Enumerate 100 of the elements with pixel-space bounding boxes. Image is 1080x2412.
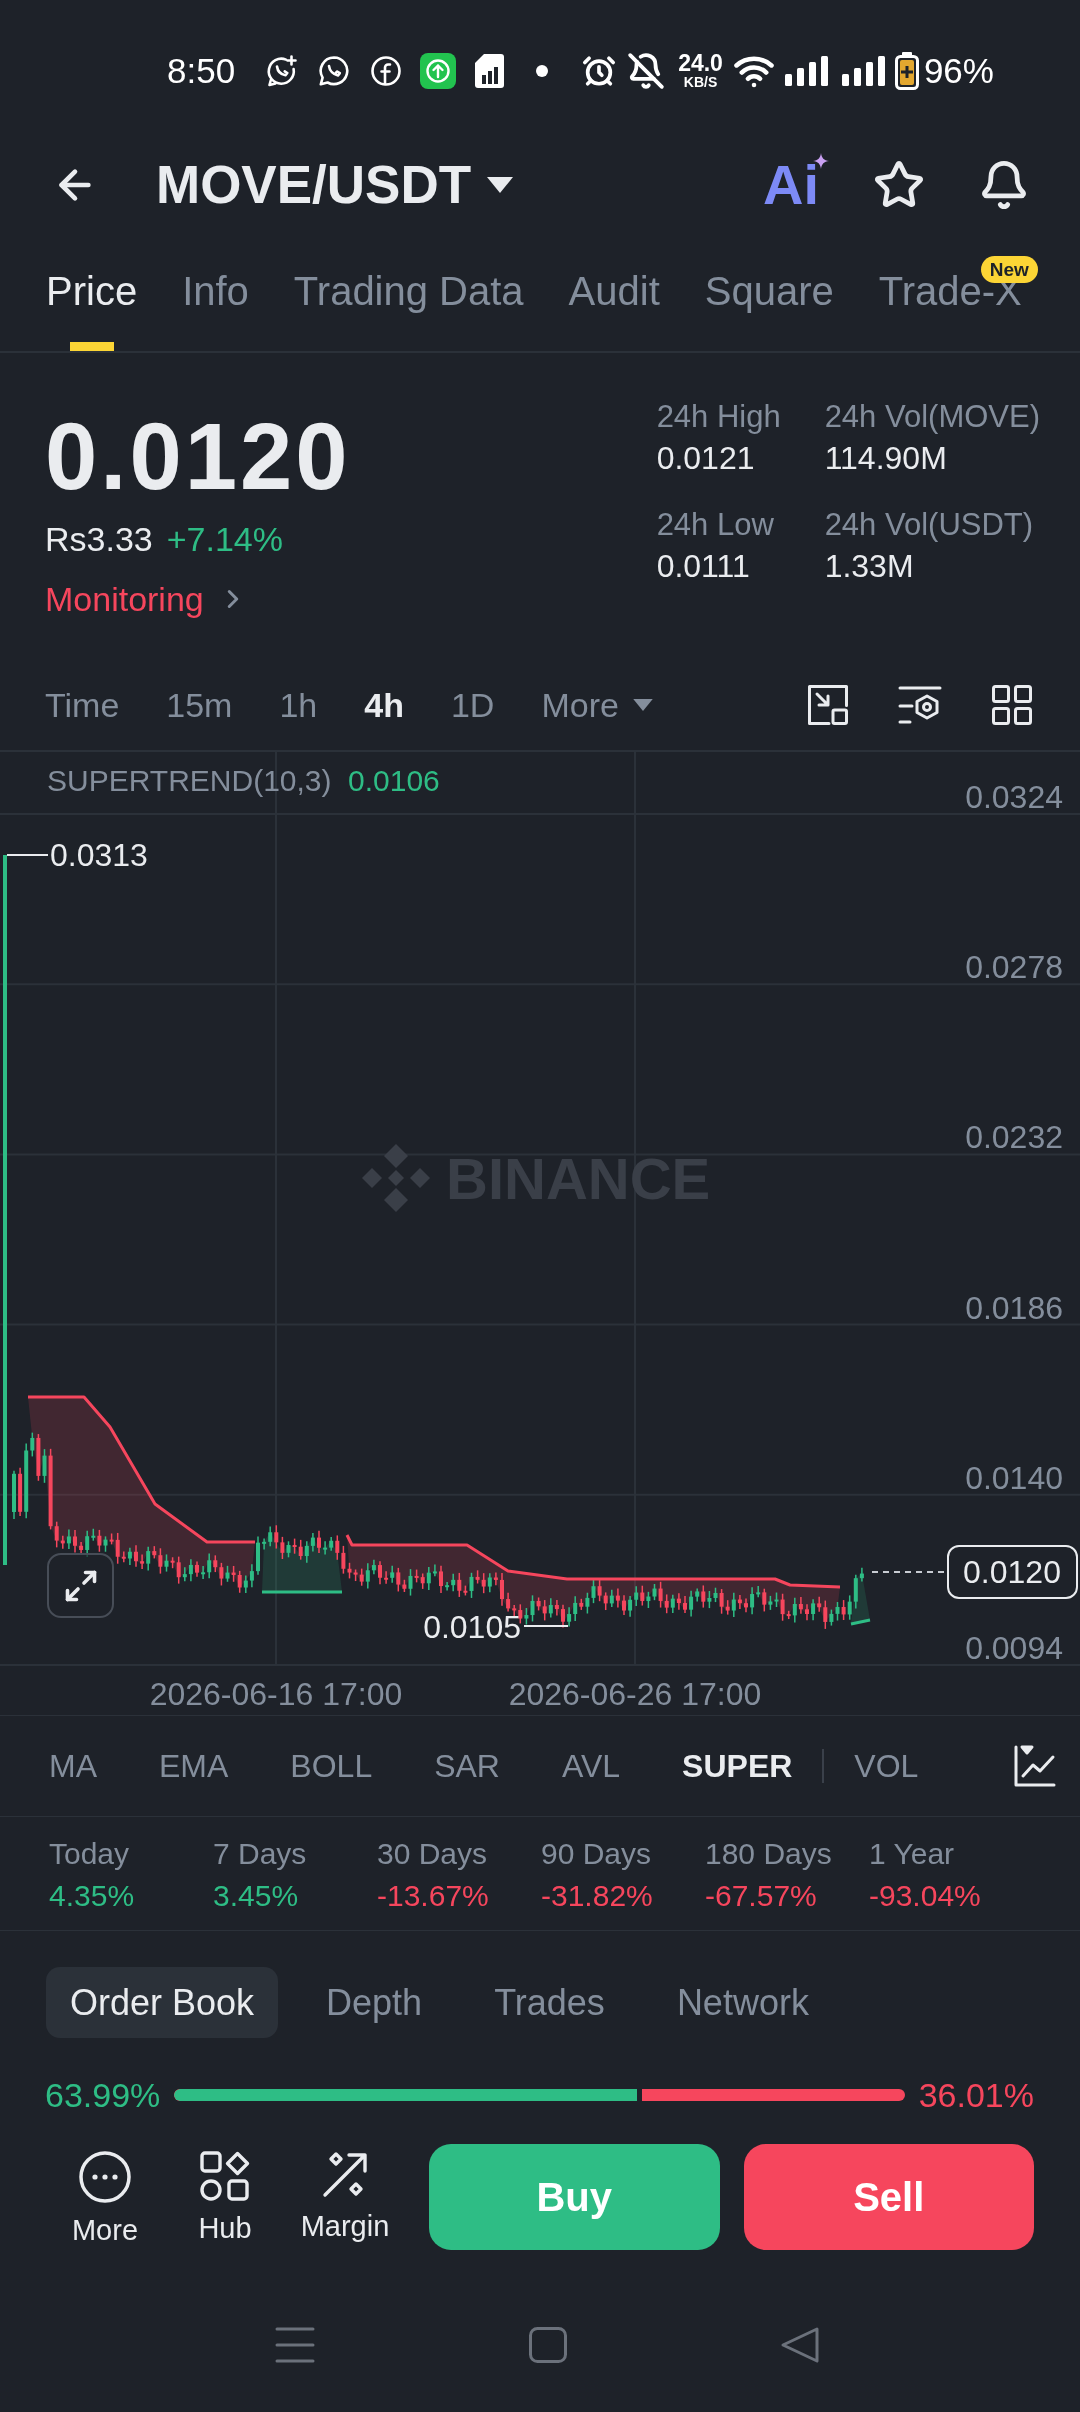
stat-value: 114.90M	[824, 439, 948, 478]
menu-icon[interactable]	[275, 2327, 315, 2363]
stat-label: 24h High	[656, 398, 782, 436]
square-icon[interactable]	[529, 2327, 567, 2363]
stat-label: 24h Vol(USDT)	[824, 506, 1035, 544]
battery-percent: 96%	[923, 50, 994, 91]
muted-bell-icon	[627, 51, 666, 90]
period-change: -31.82%	[541, 1878, 654, 1914]
price-axis-label: 0.0324	[965, 779, 1063, 815]
stat-label: 24h Vol(MOVE)	[824, 398, 1040, 436]
battery-icon	[894, 51, 919, 90]
time-axis-label: 2026-06-16 17:00	[149, 1676, 403, 1712]
back-icon[interactable]	[781, 2327, 819, 2363]
period-change: -13.67%	[377, 1878, 490, 1914]
indicator-tab[interactable]: AVL	[561, 1746, 621, 1786]
section-tab[interactable]: Square	[704, 268, 834, 351]
alarm-icon	[582, 53, 617, 88]
period-change: 3.45%	[213, 1878, 300, 1914]
arrow-square-icon[interactable]	[808, 685, 848, 725]
period-change: -93.04%	[869, 1878, 982, 1914]
price-axis-label: 0.0094	[965, 1630, 1063, 1666]
stat-value: 0.0121	[656, 439, 756, 478]
interval-tab[interactable]: 1D	[450, 685, 495, 725]
hub-button[interactable]: Hub	[165, 2144, 285, 2245]
indicator-tab[interactable]: MA	[49, 1746, 97, 1786]
leader-line	[6, 854, 49, 856]
price-axis-label: 0.0186	[965, 1290, 1063, 1326]
indicator-tab[interactable]: EMA	[159, 1746, 229, 1786]
indicator-value: 0.0106	[348, 764, 440, 797]
signal-icon	[841, 55, 885, 86]
indicator-tab[interactable]: SAR	[434, 1746, 500, 1786]
diamond-logo-icon	[362, 1144, 430, 1212]
interval-tab[interactable]: Time	[45, 685, 120, 725]
period-label: 90 Days	[541, 1836, 653, 1872]
chat-bubble-icon	[266, 54, 299, 87]
stat-value: 1.33M	[824, 547, 915, 586]
new-badge: New	[980, 256, 1038, 283]
time-axis-label: 2026-06-26 17:00	[508, 1676, 762, 1712]
more-dropdown[interactable]: More	[541, 685, 653, 725]
interval-tab[interactable]: 4h	[364, 685, 404, 725]
chat-bubble-icon	[318, 54, 351, 87]
last-price: 0.0120	[45, 410, 351, 504]
status-time: 8:50	[167, 50, 236, 91]
signal-icon	[784, 55, 828, 86]
low-price-marker: 0.0105	[423, 1609, 521, 1645]
indicator-tab[interactable]: BOLL	[290, 1746, 373, 1786]
price-axis-label: 0.0232	[965, 1119, 1063, 1155]
settings-icon[interactable]	[898, 685, 942, 725]
circle-logo-icon	[371, 55, 402, 86]
grid-icon[interactable]	[992, 685, 1032, 725]
fiat-price: Rs3.33	[45, 519, 153, 560]
price-axis-label: 0.0278	[965, 949, 1063, 985]
period-label: Today	[49, 1836, 131, 1872]
dot-icon	[536, 64, 549, 77]
leader-line	[523, 1625, 569, 1627]
diagonal-arrow-icon[interactable]	[321, 2151, 369, 2199]
indicator-tab[interactable]: VOL	[854, 1746, 919, 1786]
period-change: 4.35%	[49, 1878, 136, 1914]
section-tab[interactable]: Price	[46, 268, 138, 351]
line-chart-icon[interactable]	[1014, 1745, 1056, 1787]
high-price-marker: 0.0313	[50, 837, 148, 873]
book-tab[interactable]: Order Book	[46, 1967, 279, 2038]
book-tab[interactable]: Trades	[470, 1967, 629, 2038]
section-tab[interactable]: Info	[182, 268, 249, 351]
supertrend-line	[850, 1618, 871, 1626]
period-label: 180 Days	[705, 1836, 833, 1872]
interval-tab[interactable]: 15m	[166, 685, 233, 725]
sparkle-icon	[813, 153, 829, 169]
last-price-tag: 0.0120	[947, 1545, 1078, 1599]
section-tab[interactable]: Trading Data	[293, 268, 524, 351]
buy-ratio: 63.99%	[45, 2075, 161, 2115]
ai-button[interactable]: Ai	[763, 155, 829, 215]
sell-button[interactable]: Sell	[743, 2144, 1034, 2250]
sell-ratio: 36.01%	[918, 2075, 1034, 2115]
indicator-tab[interactable]: SUPER	[682, 1746, 793, 1786]
period-label: 30 Days	[377, 1836, 489, 1872]
network-speed: 24.0	[678, 51, 723, 75]
network-speed-unit: KB/S	[683, 74, 718, 90]
upload-icon	[420, 52, 457, 89]
monitoring-link[interactable]: Monitoring	[45, 578, 204, 620]
period-label: 1 Year	[869, 1836, 956, 1872]
sim-card-icon	[475, 53, 505, 88]
price-change: +7.14%	[166, 519, 283, 560]
section-tab[interactable]: Audit	[568, 268, 660, 351]
margin-button[interactable]: Margin	[285, 2144, 405, 2243]
shapes-grid-icon[interactable]	[200, 2151, 250, 2201]
book-tab[interactable]: Network	[652, 1967, 833, 2038]
more-button[interactable]: More	[45, 2144, 165, 2247]
stat-value: 0.0111	[656, 547, 751, 586]
caret-down-icon[interactable]	[487, 177, 514, 193]
expand-button[interactable]	[47, 1553, 114, 1618]
more-icon[interactable]	[79, 2151, 131, 2203]
book-tab[interactable]: Depth	[302, 1967, 447, 2038]
price-axis-label: 0.0140	[965, 1460, 1063, 1496]
indicator-name: SUPERTREND(10,3)	[47, 764, 332, 797]
period-change: -67.57%	[705, 1878, 818, 1914]
period-label: 7 Days	[213, 1836, 308, 1872]
stat-label: 24h Low	[656, 506, 775, 544]
pair-title[interactable]: MOVE/USDT	[156, 154, 472, 216]
interval-tab[interactable]: 1h	[279, 685, 318, 725]
